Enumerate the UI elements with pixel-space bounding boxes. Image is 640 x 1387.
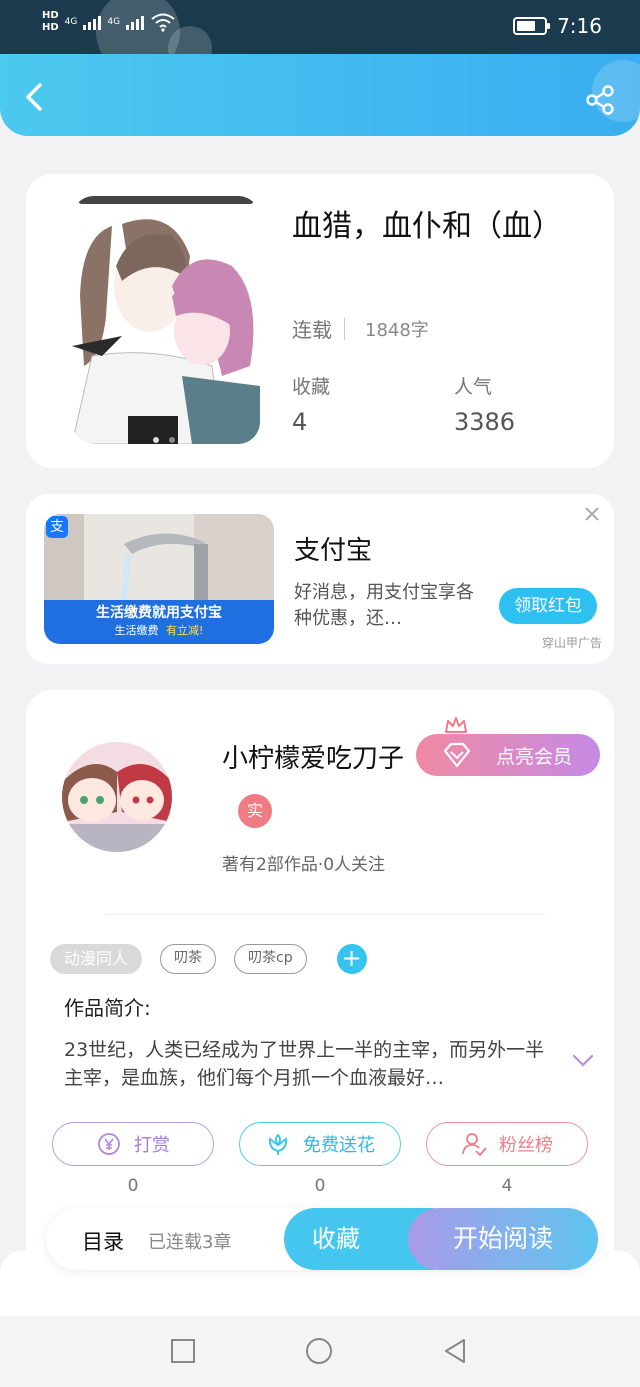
book-info-card: 血猎，血仆和（血） 连载 1848字 收藏 4 人气 3386 [26, 174, 614, 468]
fan-ranking-label: 粉丝榜 [499, 1135, 553, 1156]
vip-button-label: 点亮会员 [495, 745, 572, 768]
ad-banner-line2: 生活缴费 [114, 624, 159, 637]
book-title: 血猎，血仆和（血） [292, 209, 562, 244]
chevron-left-icon[interactable] [20, 82, 50, 112]
signal-icon [126, 14, 145, 30]
send-flower-label: 免费送花 [303, 1135, 375, 1156]
hd-indicator: HD [42, 10, 59, 21]
favorites-label: 收藏 [292, 376, 331, 398]
alipay-logo: 支 [46, 516, 68, 538]
yen-coin-icon [98, 1133, 120, 1155]
ad-title: 支付宝 [294, 536, 373, 566]
close-icon[interactable] [582, 504, 602, 524]
reward-label: 打赏 [134, 1135, 170, 1156]
popularity-value: 3386 [454, 408, 516, 436]
reward-button[interactable]: 打赏 [52, 1122, 214, 1166]
ad-banner-sub: 生活缴费 有立减! [44, 622, 274, 638]
popularity-label: 人气 [454, 376, 493, 398]
user-rank-icon [462, 1133, 487, 1157]
flower-count: 0 [314, 1176, 326, 1196]
send-flower-button[interactable]: 免费送花 [239, 1122, 401, 1166]
circle-icon[interactable] [304, 1336, 334, 1366]
ad-banner-image[interactable]: 支 生活缴费就用支付宝 生活缴费 有立减! [44, 514, 274, 644]
add-tag-button[interactable]: + [336, 944, 367, 974]
avatar-illustration [62, 742, 172, 852]
tag-item[interactable]: 叨茶cp [234, 944, 307, 974]
status-bar: HD HD 4G 4G 7:16 [0, 0, 640, 74]
battery-icon [513, 17, 551, 35]
reward-count: 0 [127, 1176, 139, 1196]
bottom-action-bar: 目录 已连载3章 收藏 开始阅读 [46, 1208, 598, 1270]
ad-source: 穿山甲广告 [541, 636, 602, 650]
wifi-icon [151, 13, 175, 32]
status-left: HD HD 4G 4G [42, 10, 176, 34]
toc-button[interactable]: 目录 [82, 1226, 124, 1256]
verified-badge: 实 [238, 794, 272, 828]
ad-banner-line1: 生活缴费就用支付宝 [96, 605, 222, 621]
intro-text: 23世纪，人类已经成为了世界上一半的主宰，而另外一半主宰，是血族，他们每个月抓一… [64, 1039, 545, 1089]
square-icon[interactable] [168, 1336, 198, 1366]
ad-banner-line3: 有立减! [166, 624, 204, 637]
ad-card[interactable]: 支 生活缴费就用支付宝 生活缴费 有立减! 支付宝 好消息，用支付宝享各种优惠，… [26, 494, 614, 664]
author-avatar[interactable] [62, 742, 172, 852]
fan-ranking-button[interactable]: 粉丝榜 [426, 1122, 588, 1166]
author-works-info: 著有2部作品·0人关注 [222, 855, 386, 875]
light-up-vip-button[interactable]: 点亮会员 [416, 734, 600, 776]
network-type: 4G [64, 17, 78, 27]
divider [106, 914, 546, 915]
clock: 7:16 [557, 14, 602, 38]
crown-icon [445, 717, 467, 733]
flower-icon [269, 1133, 287, 1155]
tag-item[interactable]: 叨茶 [160, 944, 217, 974]
start-reading-button[interactable]: 开始阅读 [408, 1208, 598, 1270]
author-card: 小柠檬爱吃刀子 点亮会员 实 著有2部作品·0人关注 动漫同人 叨茶 叨茶cp … [26, 690, 614, 1290]
hd-indicator: HD [42, 22, 59, 33]
book-meta: 连载 1848字 [292, 314, 429, 343]
category-tag[interactable]: 动漫同人 [50, 944, 143, 974]
meta-divider [344, 317, 345, 340]
author-name[interactable]: 小柠檬爱吃刀子 [222, 738, 404, 775]
chevron-down-icon[interactable] [572, 1054, 594, 1068]
signal-icon [83, 14, 102, 30]
ad-description: 好消息，用支付宝享各种优惠，还… [294, 582, 474, 629]
intro-title: 作品简介: [64, 996, 151, 1020]
triangle-icon[interactable] [440, 1336, 470, 1366]
status-right: 7:16 [513, 14, 602, 38]
diamond-icon [443, 742, 471, 768]
favorites-value: 4 [292, 408, 308, 436]
share-icon[interactable] [584, 84, 616, 116]
top-header [0, 54, 640, 136]
claim-red-packet-button[interactable]: 领取红包 [499, 588, 597, 624]
book-cover[interactable] [72, 196, 260, 444]
word-count: 1848字 [365, 319, 429, 341]
network-type: 4G [107, 17, 121, 27]
cover-illustration [72, 196, 260, 444]
chapter-count[interactable]: 已连载3章 [148, 1228, 231, 1254]
fan-count: 4 [501, 1176, 513, 1196]
serial-status: 连载 [292, 318, 332, 342]
tag-list: 动漫同人 叨茶 叨茶cp + [50, 944, 367, 974]
system-nav-bar [0, 1316, 640, 1387]
